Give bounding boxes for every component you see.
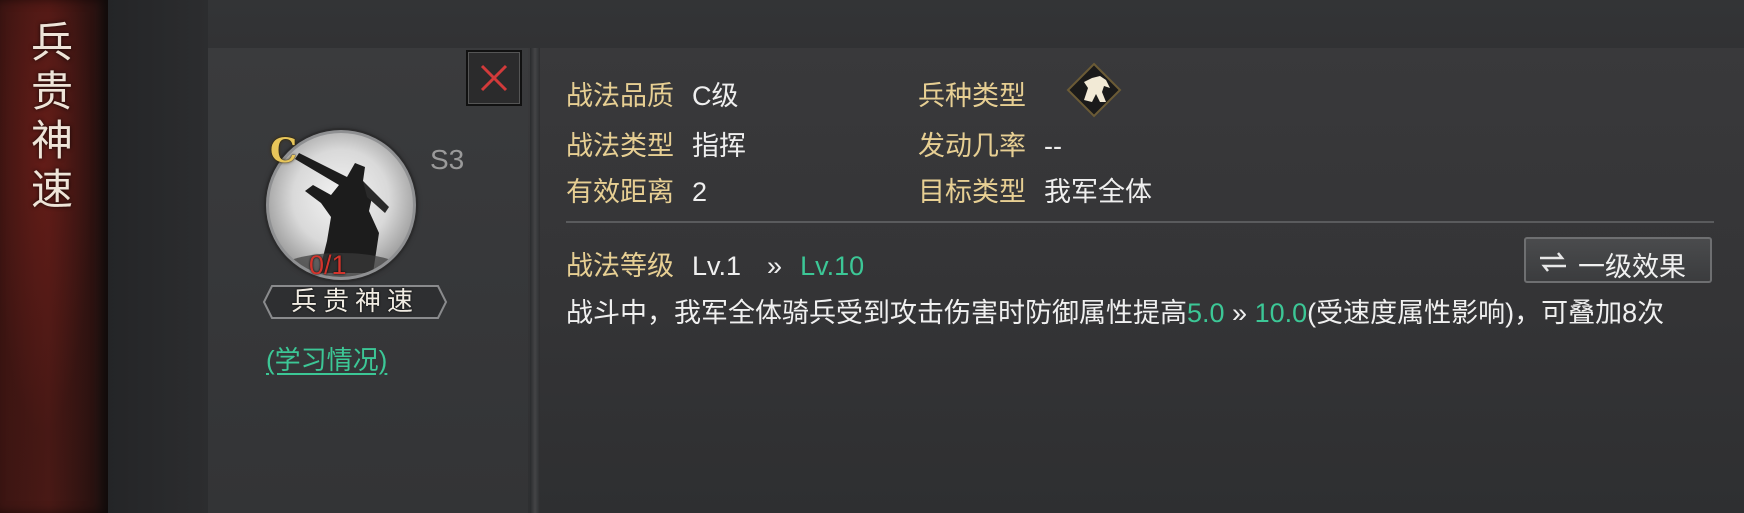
study-status-link[interactable]: (学习情况) xyxy=(266,340,396,377)
banner-title: 兵贵神速 xyxy=(30,18,73,214)
skill-name: 兵贵神速 xyxy=(290,287,419,317)
troop-row: 兵种类型 xyxy=(918,74,1026,113)
info-divider xyxy=(566,221,1714,223)
level-row: 战法等级 Lv.1 » Lv.10 xyxy=(566,244,864,283)
skill-description: 战斗中，我军全体骑兵受到攻击伤害时防御属性提高5.0 » 10.0(受速度属性影… xyxy=(566,295,1716,332)
type-row: 战法类型 指挥 xyxy=(566,124,746,163)
side-banner: 兵贵神速 xyxy=(0,0,108,513)
level-from: Lv.1 xyxy=(692,251,742,281)
level-arrow: » xyxy=(767,251,783,281)
skill-detail-screen: 兵贵神速 C S3 0/1 兵贵神速 (学习情况) 战法品质 C级 兵种类型 战… xyxy=(0,0,1744,513)
desc-value-from: 5.0 xyxy=(1187,298,1225,328)
close-button[interactable] xyxy=(466,50,522,106)
cavalry-horse-icon xyxy=(1066,62,1122,118)
grade-badge: C xyxy=(270,131,298,171)
level-to: Lv.10 xyxy=(800,251,865,281)
side-shadow xyxy=(108,0,208,513)
level-label: 战法等级 xyxy=(566,251,674,281)
range-value: 2 xyxy=(692,177,708,207)
skill-name-plate: 兵贵神速 xyxy=(262,280,448,324)
quality-value: C级 xyxy=(692,81,739,111)
target-value: 我军全体 xyxy=(1044,177,1152,207)
trigger-row: 发动几率 -- xyxy=(918,124,1062,163)
trigger-value: -- xyxy=(1044,131,1062,161)
troop-label: 兵种类型 xyxy=(918,81,1026,111)
desc-text-2: (受速度属性影响)，可叠加8次 xyxy=(1307,298,1665,328)
target-label: 目标类型 xyxy=(918,177,1026,207)
range-row: 有效距离 2 xyxy=(566,170,707,209)
panel-divider xyxy=(530,48,540,513)
level-effect-button[interactable]: 一级效果 xyxy=(1524,237,1712,283)
learn-progress: 0/1 xyxy=(309,250,347,280)
season-label: S3 xyxy=(430,144,465,175)
close-icon xyxy=(480,64,508,92)
desc-value-to: 10.0 xyxy=(1254,298,1308,328)
desc-arrow: » xyxy=(1224,298,1255,328)
type-value: 指挥 xyxy=(692,131,746,161)
range-label: 有效距离 xyxy=(566,177,674,207)
target-row: 目标类型 我军全体 xyxy=(918,170,1152,209)
swap-arrows-icon xyxy=(1540,252,1566,272)
quality-row: 战法品质 C级 xyxy=(566,74,739,113)
level-effect-label: 一级效果 xyxy=(1578,252,1686,282)
desc-text-1: 战斗中，我军全体骑兵受到攻击伤害时防御属性提高 xyxy=(566,298,1187,328)
quality-label: 战法品质 xyxy=(566,81,674,111)
trigger-label: 发动几率 xyxy=(918,131,1026,161)
type-label: 战法类型 xyxy=(566,131,674,161)
